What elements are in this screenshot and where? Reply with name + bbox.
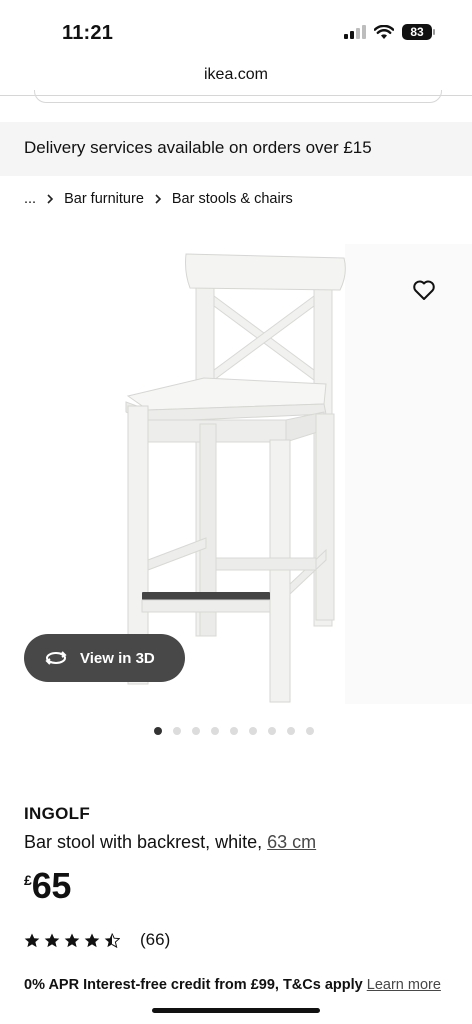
carousel-dot[interactable] (154, 727, 162, 735)
carousel-dot[interactable] (287, 727, 295, 735)
status-icons: 83 (344, 24, 435, 40)
product-description: Bar stool with backrest, white, 63 cm (24, 832, 316, 853)
review-count: (66) (140, 930, 171, 949)
signal-icon (344, 25, 366, 39)
star-icon (24, 933, 40, 947)
heart-icon (413, 280, 435, 300)
delivery-banner-text: Delivery services available on orders ov… (24, 138, 372, 157)
breadcrumb: ... Bar furniture Bar stools & chairs (24, 191, 293, 207)
learn-more-link[interactable]: Learn more (367, 977, 441, 993)
product-description-text: Bar stool with backrest, white, (24, 832, 263, 852)
star-icon (84, 933, 100, 947)
carousel-dot[interactable] (211, 727, 219, 735)
search-bar-edge (34, 90, 442, 103)
view-in-3d-button[interactable]: View in 3D (24, 634, 185, 682)
price-amount: 65 (31, 865, 72, 906)
product-rating[interactable]: (66) (24, 930, 170, 950)
carousel-dot[interactable] (268, 727, 276, 735)
product-price: £ 65 (24, 866, 71, 906)
wifi-icon (374, 24, 394, 39)
battery-level: 83 (410, 25, 424, 39)
chevron-right-icon (155, 194, 162, 204)
carousel-dot[interactable] (173, 727, 181, 735)
carousel-dot[interactable] (249, 727, 257, 735)
credit-offer-text: 0% APR Interest-free credit from £99, T&… (24, 977, 363, 993)
home-indicator (152, 1008, 320, 1013)
credit-offer: 0% APR Interest-free credit from £99, T&… (24, 974, 444, 996)
breadcrumb-item-bar-furniture[interactable]: Bar furniture (64, 191, 144, 207)
star-icon (64, 933, 80, 947)
price-currency: £ (24, 872, 32, 888)
status-time: 11:21 (62, 22, 114, 44)
carousel-dot[interactable] (230, 727, 238, 735)
half-star-icon (104, 932, 120, 948)
rotate-3d-icon (45, 651, 67, 665)
breadcrumb-ellipsis[interactable]: ... (24, 191, 36, 207)
favourite-button[interactable] (402, 270, 446, 310)
carousel-dot[interactable] (306, 727, 314, 735)
view-in-3d-label: View in 3D (80, 649, 155, 667)
product-size-link[interactable]: 63 cm (267, 832, 316, 852)
divider (0, 95, 472, 96)
breadcrumb-item-bar-stools[interactable]: Bar stools & chairs (172, 191, 293, 207)
delivery-banner: Delivery services available on orders ov… (0, 122, 472, 176)
chevron-right-icon (47, 194, 54, 204)
image-carousel-dots (154, 727, 314, 735)
status-bar: 11:21 83 (0, 0, 472, 60)
product-name: INGOLF (24, 804, 91, 823)
battery-icon: 83 (402, 24, 435, 40)
star-icon (44, 933, 60, 947)
carousel-dot[interactable] (192, 727, 200, 735)
